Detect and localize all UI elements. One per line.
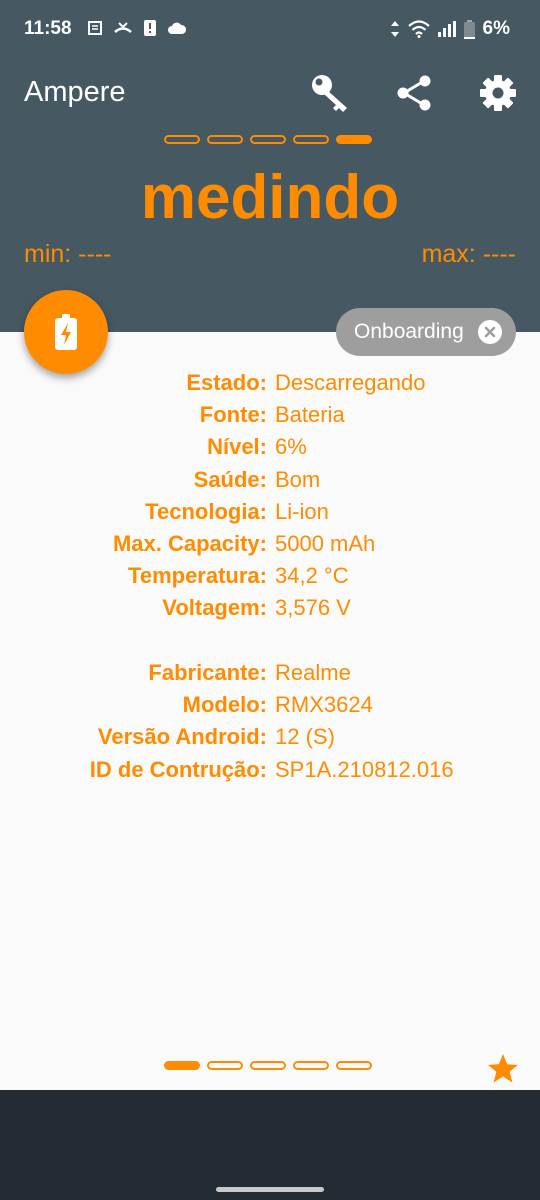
- page-dot[interactable]: [293, 1061, 329, 1070]
- info-label: Temperatura:: [128, 563, 267, 588]
- info-row-nivel: Nível: 6%: [0, 434, 540, 466]
- info-row-build-id: ID de Contrução: SP1A.210812.016: [0, 757, 540, 789]
- share-icon: [397, 75, 431, 111]
- info-value: Descarregando: [275, 370, 426, 395]
- page-dot[interactable]: [207, 1061, 243, 1070]
- info-label: Modelo:: [182, 692, 267, 717]
- cloud-icon: [168, 22, 186, 34]
- page-indicator-bottom: [164, 1061, 372, 1070]
- key-icon: [312, 75, 347, 112]
- info-value: 6%: [275, 434, 307, 459]
- info-value: RMX3624: [275, 692, 373, 717]
- info-row-modelo: Modelo: RMX3624: [0, 692, 540, 724]
- settings-button[interactable]: [473, 68, 523, 118]
- min-value: min: ----: [24, 240, 112, 268]
- info-label: ID de Contrução:: [89, 757, 267, 782]
- status-bar: 11:58 6%: [0, 0, 540, 50]
- info-row-voltagem: Voltagem: 3,576 V: [0, 595, 540, 627]
- info-label: Estado:: [186, 370, 267, 395]
- info-label: Voltagem:: [162, 595, 267, 620]
- info-value: Bateria: [275, 402, 345, 427]
- info-row-tecnologia: Tecnologia: Li-ion: [0, 499, 540, 531]
- star-icon[interactable]: [487, 1053, 519, 1085]
- page-indicator-top: [164, 135, 372, 144]
- missed-call-icon: [114, 22, 132, 33]
- home-gesture-handle[interactable]: [216, 1187, 324, 1192]
- info-value: 5000 mAh: [275, 531, 376, 556]
- onboarding-chip[interactable]: Onboarding: [336, 308, 516, 356]
- key-button[interactable]: [305, 68, 355, 118]
- info-row-fabricante: Fabricante: Realme: [0, 660, 540, 692]
- info-row-estado: Estado: Descarregando: [0, 370, 540, 402]
- info-label: Fabricante:: [148, 660, 267, 685]
- navigation-bar: [0, 1090, 540, 1200]
- page-dot[interactable]: [250, 1061, 286, 1070]
- chip-label: Onboarding: [354, 320, 464, 343]
- page-dot-active[interactable]: [164, 1061, 200, 1070]
- info-value: Bom: [275, 467, 321, 492]
- notification-icon: [88, 21, 102, 35]
- info-label: Tecnologia:: [145, 499, 267, 524]
- page-dot[interactable]: [336, 1061, 372, 1070]
- info-value: SP1A.210812.016: [275, 757, 454, 782]
- page-dot[interactable]: [207, 135, 243, 144]
- info-label: Fonte:: [199, 402, 267, 427]
- app-title: Ampere: [24, 76, 126, 108]
- measuring-status: medindo: [140, 163, 400, 232]
- page-dot[interactable]: [250, 135, 286, 144]
- wifi-icon: [407, 20, 430, 38]
- info-value: Realme: [275, 660, 351, 685]
- page-dot[interactable]: [164, 135, 200, 144]
- status-time: 11:58: [24, 18, 72, 39]
- info-value: 3,576 V: [275, 595, 351, 620]
- info-label: Versão Android:: [97, 724, 267, 749]
- page-dot-active[interactable]: [336, 135, 372, 144]
- data-arrows-icon: [390, 21, 399, 37]
- info-label: Max. Capacity:: [112, 531, 267, 556]
- info-row-capacity: Max. Capacity: 5000 mAh: [0, 531, 540, 563]
- info-row-fonte: Fonte: Bateria: [0, 402, 540, 434]
- sim-alert-icon: [144, 20, 156, 36]
- info-row-temperatura: Temperatura: 34,2 °C: [0, 563, 540, 595]
- header: Ampere medindo min: ---- max: ----: [0, 50, 540, 332]
- max-value: max: ----: [421, 240, 516, 268]
- share-button[interactable]: [389, 68, 439, 118]
- info-value: 12 (S): [275, 724, 335, 749]
- battery-charging-icon: [55, 314, 77, 350]
- gear-icon: [480, 75, 516, 111]
- info-row-saude: Saúde: Bom: [0, 467, 540, 499]
- info-row-android: Versão Android: 12 (S): [0, 724, 540, 756]
- signal-icon: [437, 21, 456, 37]
- info-label: Saúde:: [193, 467, 267, 492]
- battery-percent: 6%: [482, 18, 510, 39]
- info-label: Nível:: [207, 434, 267, 459]
- close-icon[interactable]: [478, 320, 502, 344]
- page-dot[interactable]: [293, 135, 329, 144]
- battery-fab[interactable]: [24, 290, 108, 374]
- battery-icon: [463, 19, 475, 39]
- info-value: Li-ion: [275, 499, 329, 524]
- info-value: 34,2 °C: [275, 563, 349, 588]
